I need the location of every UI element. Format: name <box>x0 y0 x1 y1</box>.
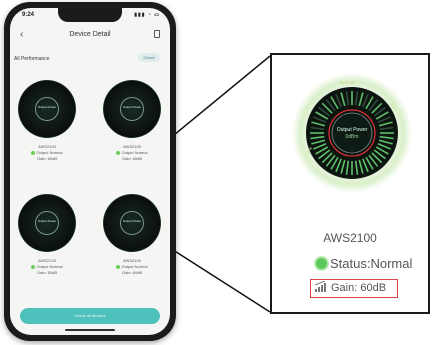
status-bar: 9:24 ▮▮▮ ◔ ▭ <box>20 11 160 21</box>
phone-screen: 9:24 ▮▮▮ ◔ ▭ ‹ Device Detail All Perform… <box>10 8 170 335</box>
page-title: Device Detail <box>69 31 111 38</box>
device-gauge[interactable]: Output Power <box>103 194 161 252</box>
gauge-label: Output Power <box>37 105 57 109</box>
device-card: AWS2100 Output Normal Gain: 60dB <box>97 144 167 162</box>
device-card: AWS2100 Output Normal Gain: 60dB <box>97 258 167 276</box>
device-gain: Gain: 60dB <box>36 156 57 161</box>
gauge-arc-label-normal: Normal <box>340 80 355 85</box>
device-gain: Gain: 60dB <box>121 270 142 275</box>
status-dot-icon <box>31 264 36 269</box>
gain-value: 60dB <box>360 282 387 294</box>
home-indicator <box>65 329 115 331</box>
section-button[interactable]: Check <box>138 53 160 62</box>
device-gauge[interactable]: Output Power <box>18 194 76 252</box>
power-gauge: Output Power 0dBm Low Normal Over <box>292 73 412 193</box>
gain-highlight-box: Gain: 60dB <box>310 279 398 298</box>
status-dot-icon <box>116 150 121 155</box>
device-gauge[interactable]: Output Power <box>18 80 76 138</box>
gauge-label: Output Power <box>122 219 142 223</box>
section-label: All Performance <box>14 56 50 62</box>
gauge-label: Output Power <box>122 105 142 109</box>
status-dot-icon <box>316 258 327 269</box>
device-card: AWS2100 Output Normal Gain: 60dB <box>12 258 82 276</box>
signal-bars-icon <box>315 281 326 292</box>
check-all-button[interactable]: Check all devices <box>20 308 160 324</box>
device-name-large: AWS2100 <box>323 231 377 245</box>
gauge-inner-ring <box>331 112 373 154</box>
gauge-value: 0dBm <box>345 134 358 140</box>
status-icons: ▮▮▮ ◔ ▭ <box>134 12 160 18</box>
device-gain: Gain: 60dB <box>36 270 57 275</box>
gauge-title: Output Power <box>337 127 368 133</box>
status-dot-icon <box>31 150 36 155</box>
zoom-detail-panel: Output Power 0dBm Low Normal Over AWS210… <box>270 53 430 314</box>
gauge-label: Output Power <box>37 219 57 223</box>
device-status-large: Status:Normal <box>316 256 412 271</box>
phone-frame: 9:24 ▮▮▮ ◔ ▭ ‹ Device Detail All Perform… <box>4 2 176 341</box>
device-gain: Gain: 60dB <box>121 156 142 161</box>
device-gauge[interactable]: Output Power <box>103 80 161 138</box>
status-time: 9:24 <box>22 12 35 18</box>
status-text: Status:Normal <box>330 256 413 271</box>
share-icon[interactable] <box>154 30 160 38</box>
status-dot-icon <box>116 264 121 269</box>
device-card: AWS2100 Output Normal Gain: 60dB <box>12 144 82 162</box>
nav-bar: ‹ Device Detail <box>10 26 170 46</box>
gain-label: Gain: <box>331 282 358 294</box>
